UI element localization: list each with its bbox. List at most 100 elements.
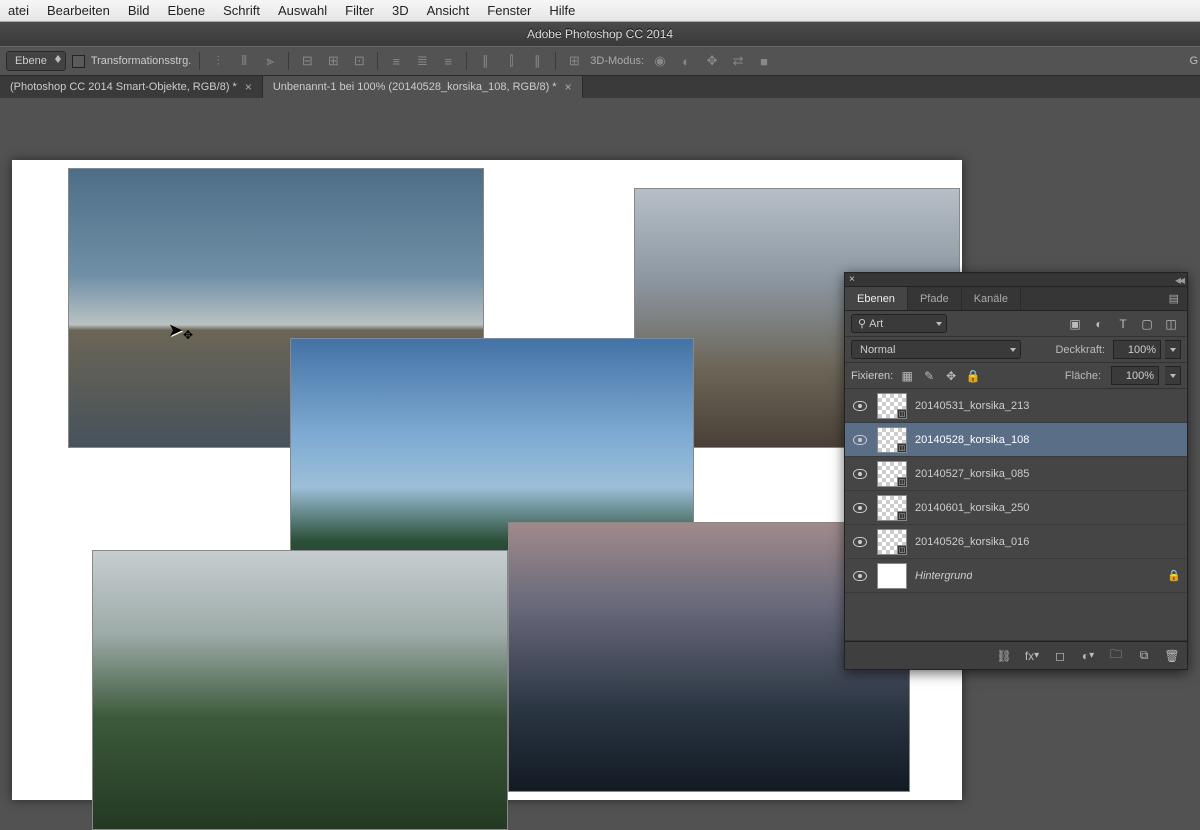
layer-row[interactable]: ◫20140528_korsika_108 (845, 423, 1187, 457)
eye-icon (853, 435, 867, 445)
separator (199, 52, 200, 70)
opacity-field[interactable]: 100% (1113, 340, 1161, 359)
layer-row[interactable]: ◫20140601_korsika_250 (845, 491, 1187, 525)
panel-tabs: Ebenen Pfade Kanäle ▤ (845, 287, 1187, 311)
lock-position-icon[interactable]: ✥ (943, 368, 959, 384)
chevron-down-icon[interactable] (1165, 340, 1181, 359)
tab-label: Unbenannt-1 bei 100% (20140528_korsika_1… (273, 81, 557, 93)
layer-row[interactable]: ◫20140531_korsika_213 (845, 389, 1187, 423)
layer-row[interactable]: ◫20140527_korsika_085 (845, 457, 1187, 491)
menu-item[interactable]: Ebene (168, 3, 206, 18)
separator (377, 52, 378, 70)
layer-thumbnail[interactable]: ◫ (877, 393, 907, 419)
align-top-icon[interactable]: ⫶ (208, 51, 228, 71)
scope-select[interactable]: Ebene (6, 51, 66, 71)
visibility-toggle[interactable] (851, 431, 869, 449)
menu-item[interactable]: Fenster (487, 3, 531, 18)
options-bar: Ebene Transformationsstrg. ⫶ ⫴ ⫸ ⊟ ⊞ ⊡ ≡… (0, 46, 1200, 76)
visibility-toggle[interactable] (851, 499, 869, 517)
filter-type-select[interactable]: ⚲ Art (851, 314, 947, 333)
tab-label: (Photoshop CC 2014 Smart-Objekte, RGB/8)… (10, 81, 237, 93)
menu-item[interactable]: atei (8, 3, 29, 18)
placed-image[interactable] (92, 550, 508, 830)
distribute-hcenter-icon[interactable]: ⫿ (501, 51, 521, 71)
distribute-left-icon[interactable]: ∥ (475, 51, 495, 71)
eye-icon (853, 571, 867, 581)
document-tab[interactable]: (Photoshop CC 2014 Smart-Objekte, RGB/8)… (0, 76, 263, 98)
lock-all-icon[interactable]: 🔒 (965, 368, 981, 384)
menu-item[interactable]: Bild (128, 3, 150, 18)
3d-zoom-icon[interactable]: ■ (754, 51, 774, 71)
layer-thumbnail[interactable]: ◫ (877, 461, 907, 487)
chevron-down-icon[interactable] (1165, 366, 1181, 385)
panel-footer: ⛓ fx▾ ◻ ◐▾ 🗀 ⧉ 🗑 (845, 641, 1187, 669)
close-icon[interactable]: × (245, 80, 252, 94)
layer-mask-icon[interactable]: ◻ (1051, 647, 1069, 665)
link-layers-icon[interactable]: ⛓ (995, 647, 1013, 665)
menu-item[interactable]: Schrift (223, 3, 260, 18)
filter-adjust-icon[interactable]: ◐ (1089, 315, 1109, 333)
adjustment-layer-icon[interactable]: ◐▾ (1079, 647, 1097, 665)
transform-controls-checkbox[interactable] (72, 55, 85, 68)
tab-layers[interactable]: Ebenen (845, 287, 908, 310)
layer-row[interactable]: Hintergrund🔒 (845, 559, 1187, 593)
distribute-right-icon[interactable]: ∥ (527, 51, 547, 71)
menu-item[interactable]: Hilfe (549, 3, 575, 18)
visibility-toggle[interactable] (851, 533, 869, 551)
layer-thumbnail[interactable]: ◫ (877, 427, 907, 453)
document-tab[interactable]: Unbenannt-1 bei 100% (20140528_korsika_1… (263, 76, 583, 98)
menu-item[interactable]: Filter (345, 3, 374, 18)
close-icon[interactable]: × (849, 274, 855, 285)
3d-roll-icon[interactable]: ◐ (676, 51, 696, 71)
align-left-icon[interactable]: ⊟ (297, 51, 317, 71)
workspace: ➤ ✥ × ◂◂ Ebenen Pfade Kanäle ▤ ⚲ Art ▣ ◐… (0, 98, 1200, 800)
filter-smart-icon[interactable]: ◫ (1161, 315, 1181, 333)
document-canvas[interactable] (12, 160, 962, 800)
panel-header[interactable]: × ◂◂ (845, 273, 1187, 287)
menu-item[interactable]: Ansicht (427, 3, 470, 18)
tab-channels[interactable]: Kanäle (962, 287, 1021, 310)
visibility-toggle[interactable] (851, 465, 869, 483)
3d-slide-icon[interactable]: ⇄ (728, 51, 748, 71)
search-icon: ⚲ (858, 317, 866, 330)
layer-name-label: Hintergrund (915, 570, 972, 582)
smart-object-icon: ◫ (897, 409, 907, 419)
visibility-toggle[interactable] (851, 397, 869, 415)
menu-item[interactable]: 3D (392, 3, 409, 18)
visibility-toggle[interactable] (851, 567, 869, 585)
layer-row[interactable]: ◫20140526_korsika_016 (845, 525, 1187, 559)
3d-orbit-icon[interactable]: ◉ (650, 51, 670, 71)
layer-thumbnail[interactable]: ◫ (877, 495, 907, 521)
panel-menu-icon[interactable]: ▤ (1161, 287, 1187, 310)
layer-style-icon[interactable]: fx▾ (1023, 647, 1041, 665)
new-layer-icon[interactable]: ⧉ (1135, 647, 1153, 665)
menu-item[interactable]: Auswahl (278, 3, 327, 18)
filter-type-icon[interactable]: T (1113, 315, 1133, 333)
filter-image-icon[interactable]: ▣ (1065, 315, 1085, 333)
layer-thumbnail[interactable] (877, 563, 907, 589)
panel-empty-space (845, 593, 1187, 641)
layers-panel: × ◂◂ Ebenen Pfade Kanäle ▤ ⚲ Art ▣ ◐ T ▢… (844, 272, 1188, 670)
align-vcenter-icon[interactable]: ⫴ (234, 51, 254, 71)
blend-mode-select[interactable]: Normal (851, 340, 1021, 359)
layer-group-icon[interactable]: 🗀 (1107, 647, 1125, 665)
filter-shape-icon[interactable]: ▢ (1137, 315, 1157, 333)
3d-pan-icon[interactable]: ✥ (702, 51, 722, 71)
distribute-bottom-icon[interactable]: ≡ (438, 51, 458, 71)
layer-thumbnail[interactable]: ◫ (877, 529, 907, 555)
close-icon[interactable]: × (565, 80, 572, 94)
collapse-icon[interactable]: ◂◂ (1175, 273, 1183, 287)
fill-field[interactable]: 100% (1111, 366, 1159, 385)
lock-transparency-icon[interactable]: ▦ (899, 368, 915, 384)
align-right-icon[interactable]: ⊡ (349, 51, 369, 71)
align-bottom-icon[interactable]: ⫸ (260, 51, 280, 71)
auto-align-icon[interactable]: ⊞ (564, 51, 584, 71)
distribute-vcenter-icon[interactable]: ≣ (412, 51, 432, 71)
tab-paths[interactable]: Pfade (908, 287, 962, 310)
lock-pixels-icon[interactable]: ✎ (921, 368, 937, 384)
menu-item[interactable]: Bearbeiten (47, 3, 110, 18)
align-hcenter-icon[interactable]: ⊞ (323, 51, 343, 71)
fill-label: Fläche: (1065, 370, 1101, 382)
distribute-top-icon[interactable]: ≡ (386, 51, 406, 71)
delete-layer-icon[interactable]: 🗑 (1163, 647, 1181, 665)
